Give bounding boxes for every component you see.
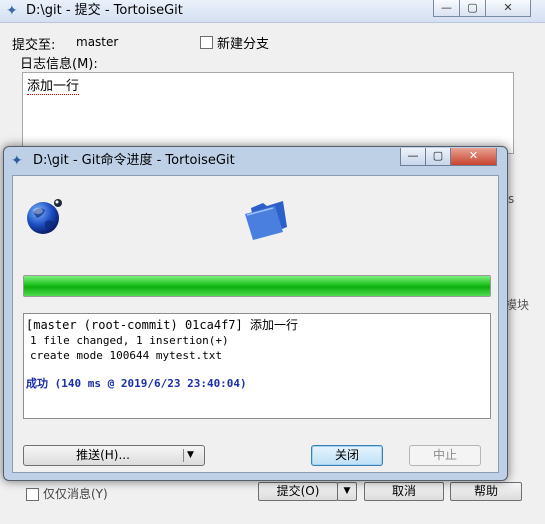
message-textarea[interactable]: 添加一行 (22, 72, 514, 154)
dialog-title: D:\git - Git命令进度 - TortoiseGit (33, 153, 235, 168)
cancel-button[interactable]: 取消 (364, 482, 444, 501)
log-line: [master (root-commit) 01ca4f7] 添加一行 (26, 318, 298, 332)
message-text: 添加一行 (27, 75, 80, 95)
help-button[interactable]: 帮助 (450, 482, 522, 501)
message-only-checkbox[interactable]: 仅仅消息(Y) (26, 485, 108, 502)
commit-to-label: 提交至: (12, 38, 56, 53)
folder-icon (245, 201, 287, 240)
push-button[interactable]: 推送(H)... ▼ (23, 445, 205, 466)
progress-bar (23, 275, 491, 297)
branch-name: master (76, 35, 119, 49)
new-branch-checkbox[interactable]: 新建分支 (200, 33, 269, 52)
commit-dropdown-button[interactable]: ▼ (337, 482, 357, 501)
dialog-body: [master (root-commit) 01ca4f7] 添加一行 1 fi… (12, 175, 499, 473)
checkbox-box[interactable] (26, 488, 39, 501)
maximize-button[interactable]: ▢ (425, 148, 451, 166)
globe-icon (27, 199, 62, 234)
partial-label: s (508, 192, 515, 206)
close-button[interactable]: 关闭 (311, 445, 383, 466)
close-window-button[interactable]: ✕ (450, 148, 497, 166)
push-button-label: 推送(H)... (76, 448, 130, 462)
message-label: 日志信息(M): (20, 57, 98, 72)
partial-label-submodule: 模块 (505, 298, 530, 312)
progress-dialog: ✦ D:\git - Git命令进度 - TortoiseGit — ▢ ✕ [… (3, 146, 508, 481)
maximize-button[interactable]: ▢ (459, 0, 486, 17)
output-log[interactable]: [master (root-commit) 01ca4f7] 添加一行 1 fi… (23, 313, 491, 419)
minimize-button[interactable]: — (433, 0, 460, 17)
success-status: 成功 (140 ms @ 2019/6/23 23:40:04) (26, 377, 247, 390)
tortoisegit-icon: ✦ (6, 3, 18, 19)
log-line: create mode 100644 mytest.txt (30, 349, 223, 362)
chevron-down-icon[interactable]: ▼ (187, 449, 194, 462)
checkbox-box[interactable] (200, 36, 213, 49)
progress-fill (24, 276, 490, 296)
log-line: 1 file changed, 1 insertion(+) (30, 334, 229, 347)
new-branch-label: 新建分支 (217, 37, 270, 52)
message-only-label: 仅仅消息(Y) (43, 487, 108, 501)
commit-window-title: D:\git - 提交 - TortoiseGit (26, 3, 183, 18)
tortoisegit-icon: ✦ (11, 153, 23, 169)
commit-window-titlebar: ✦ D:\git - 提交 - TortoiseGit — ▢ ✕ (0, 0, 545, 23)
minimize-button[interactable]: — (400, 148, 426, 166)
close-window-button[interactable]: ✕ (485, 0, 531, 17)
split-separator (183, 449, 184, 462)
abort-button[interactable]: 中止 (409, 445, 481, 466)
commit-button[interactable]: 提交(O) (258, 482, 338, 501)
